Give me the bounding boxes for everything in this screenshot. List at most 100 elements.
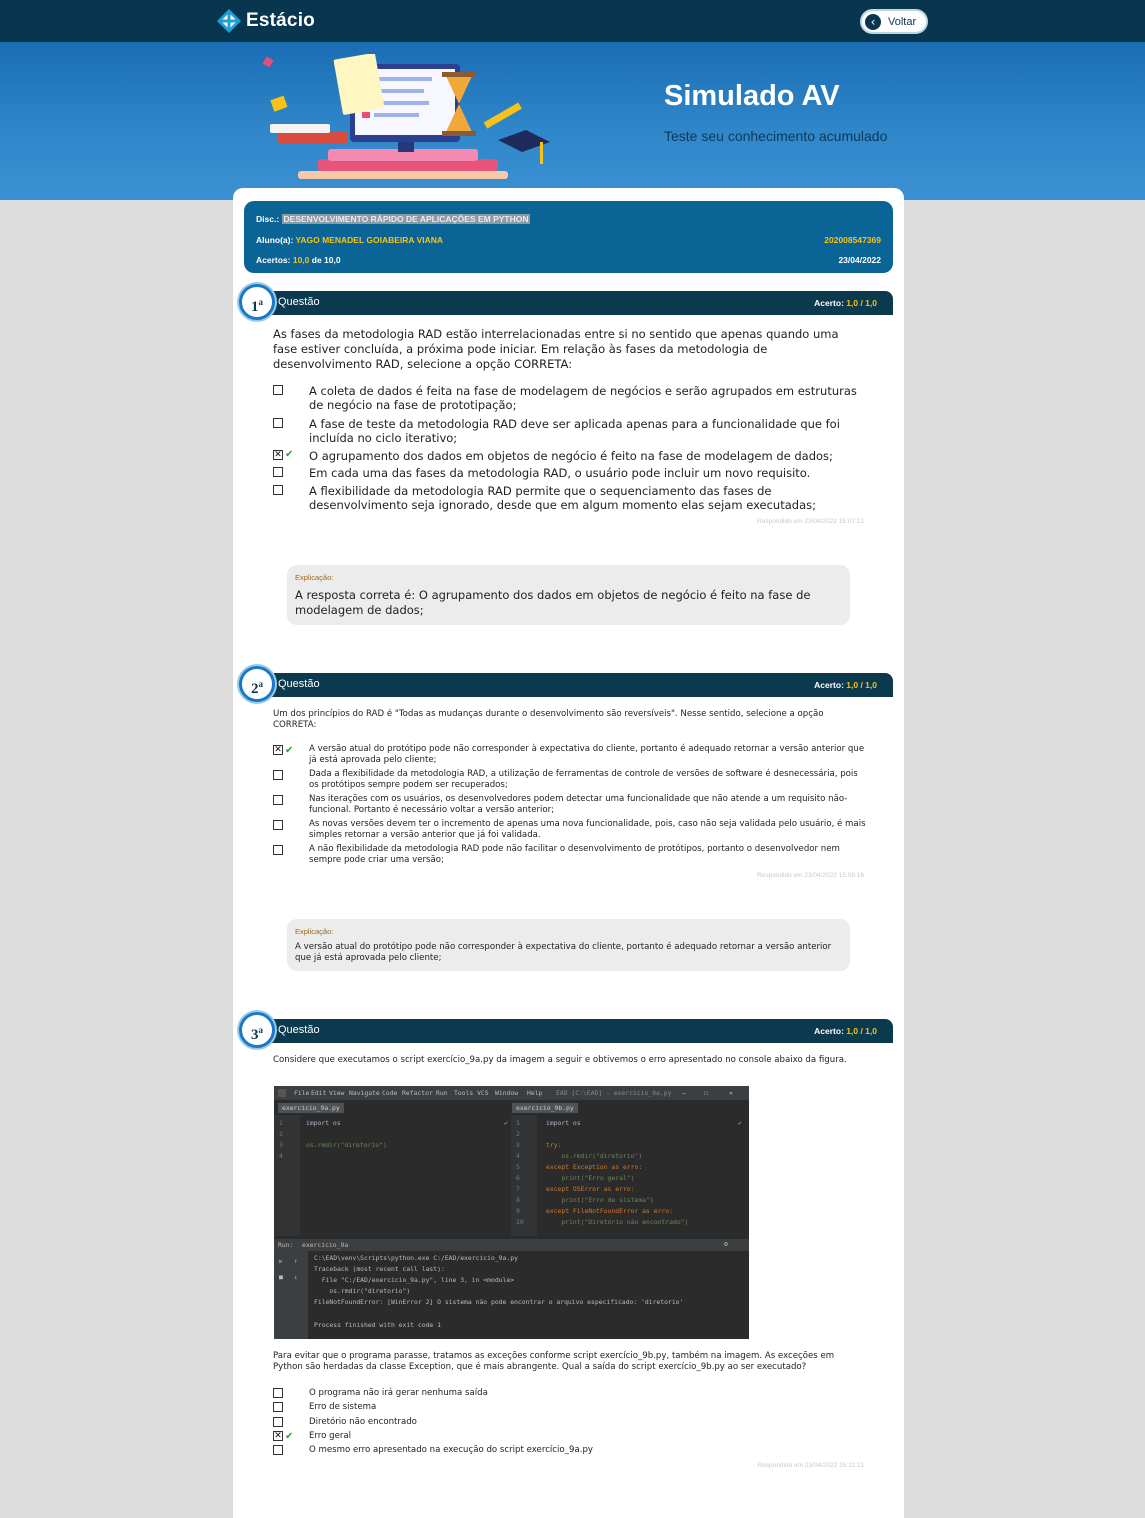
question-3-text: Considere que executamos o script exercí… bbox=[273, 1055, 847, 1065]
question-1-title: Questão bbox=[278, 296, 320, 308]
option-checkbox[interactable] bbox=[273, 1417, 283, 1427]
score-value: 10,0 bbox=[292, 255, 310, 265]
option-checkbox[interactable] bbox=[273, 1388, 283, 1398]
option-checkbox[interactable] bbox=[273, 820, 283, 830]
ide-right-ok-icon: ✔ bbox=[738, 1119, 742, 1127]
ide-maximize-icon: ☐ bbox=[704, 1089, 708, 1097]
ide-menu-navigate: Navigate bbox=[349, 1089, 380, 1097]
option-checkbox[interactable] bbox=[273, 467, 283, 477]
question-2-score: Acerto: 1,0 / 1,0 bbox=[814, 680, 877, 690]
question-1-explanation: Explicação: A resposta correta é: O agru… bbox=[287, 565, 850, 625]
ide-menu-view: View bbox=[329, 1089, 345, 1097]
estacio-logo-icon bbox=[217, 9, 241, 33]
ide-tab-left: exercicio_9a.py bbox=[278, 1103, 344, 1113]
ide-right-line-9: except FileNotFoundError as erro: bbox=[546, 1207, 673, 1215]
exam-card: Disc.: DESENVOLVIMENTO RÁPIDO DE APLICAÇ… bbox=[233, 188, 904, 1518]
question-2-header: 2a Questão Acerto: 1,0 / 1,0 bbox=[239, 666, 893, 702]
question-3-header: 3a Questão Acerto: 1,0 / 1,0 bbox=[239, 1012, 893, 1048]
student-name: YAGO MENADEL GOIABEIRA VIANA bbox=[295, 235, 444, 245]
option-checkbox[interactable] bbox=[273, 418, 283, 428]
ide-left-line-1: import os bbox=[306, 1119, 341, 1127]
option-checkbox[interactable] bbox=[273, 385, 283, 395]
ide-menu-vcs: VCS bbox=[477, 1089, 489, 1097]
ide-menu-help: Help bbox=[527, 1089, 543, 1097]
ide-run-label: Run: bbox=[278, 1241, 294, 1249]
ide-left-line-3: os.rmdir("diretorio") bbox=[306, 1141, 387, 1149]
option-label: A flexibilidade da metodologia RAD permi… bbox=[309, 484, 816, 512]
question-3-text-2: Para evitar que o programa parasse, trat… bbox=[273, 1351, 835, 1373]
back-button[interactable]: ‹ Voltar bbox=[860, 9, 928, 34]
arrow-up-icon: ↑ bbox=[294, 1257, 298, 1265]
question-3-score-value: 1,0 / 1,0 bbox=[846, 1026, 877, 1036]
question-2-number: 2 bbox=[251, 681, 259, 697]
question-1-text: As fases da metodologia RAD estão interr… bbox=[273, 327, 839, 371]
console-line-4: os.rmdir("diretorio") bbox=[314, 1287, 411, 1295]
option-label: A não flexibilidade da metodologia RAD p… bbox=[309, 844, 840, 866]
ide-right-gutter: 12 34 56 78 9 10 bbox=[511, 1115, 537, 1236]
option-label: A versão atual do protótipo pode não cor… bbox=[309, 744, 865, 766]
exam-date: 23/04/2022 bbox=[838, 255, 881, 265]
run-icon: ▶ bbox=[279, 1257, 283, 1265]
explanation-title: Explicação: bbox=[295, 927, 334, 936]
ide-menu-edit: Edit bbox=[311, 1089, 327, 1097]
question-3-score: Acerto: 1,0 / 1,0 bbox=[814, 1026, 877, 1036]
question-1-score: Acerto: 1,0 / 1,0 bbox=[814, 298, 877, 308]
option-checkbox[interactable] bbox=[273, 1402, 283, 1412]
ide-menu-refactor: Refactor bbox=[402, 1089, 433, 1097]
question-1-answered-time: Respondido em 23/04/2022 15:07:12 bbox=[757, 518, 864, 525]
score-of: de 10,0 bbox=[311, 255, 341, 265]
back-button-label: Voltar bbox=[888, 15, 917, 28]
page-title: Simulado AV bbox=[664, 80, 840, 112]
option-label: A coleta de dados é feita na fase de mod… bbox=[309, 384, 857, 412]
question-2-explanation: Explicação: A versão atual do protótipo … bbox=[287, 919, 850, 971]
option-checkbox[interactable] bbox=[273, 485, 283, 495]
option-checkbox[interactable] bbox=[273, 770, 283, 780]
option-label: O agrupamento dos dados em objetos de ne… bbox=[309, 449, 833, 463]
question-1-score-value: 1,0 / 1,0 bbox=[846, 298, 877, 308]
ide-menu-file: File bbox=[294, 1089, 310, 1097]
question-3-score-label: Acerto: bbox=[814, 1026, 844, 1036]
console-line-5: FileNotFoundError: [WinError 2] O sistem… bbox=[314, 1298, 684, 1306]
console-line-2: Traceback (most recent call last): bbox=[314, 1265, 445, 1273]
option-checkbox[interactable] bbox=[273, 845, 283, 855]
explanation-text: A versão atual do protótipo pode não cor… bbox=[295, 942, 832, 964]
explanation-text: A resposta correta é: O agrupamento dos … bbox=[295, 588, 811, 617]
ide-menu-run: Run bbox=[436, 1089, 448, 1097]
discipline-row: Disc.: DESENVOLVIMENTO RÁPIDO DE APLICAÇ… bbox=[256, 214, 531, 224]
discipline-label: Disc.: bbox=[256, 214, 280, 224]
option-checkbox-checked[interactable]: ✕ bbox=[273, 450, 283, 460]
ide-right-line-3: try: bbox=[546, 1141, 562, 1149]
student-id: 202008547369 bbox=[824, 235, 881, 245]
question-3-title: Questão bbox=[278, 1024, 320, 1036]
option-label: Nas iterações com os usuários, os desenv… bbox=[309, 794, 848, 816]
score-label: Acertos: bbox=[256, 255, 291, 265]
ide-right-line-1: import os bbox=[546, 1119, 581, 1127]
gear-icon: ⚙ bbox=[724, 1240, 728, 1248]
ide-right-line-7: except OSError as erro: bbox=[546, 1185, 635, 1193]
ide-right-line-5: except Exception as erro: bbox=[546, 1163, 643, 1171]
ide-minimize-icon: – bbox=[682, 1089, 686, 1097]
console-line-7: Process finished with exit code 1 bbox=[314, 1321, 441, 1329]
console-line-1: C:\EAD\venv\Scripts\python.exe C:/EAD/ex… bbox=[314, 1254, 518, 1262]
chevron-left-icon: ‹ bbox=[865, 13, 881, 30]
estacio-logo[interactable]: Estácio bbox=[216, 8, 315, 34]
ide-tab-right: exercicio_9b.py bbox=[512, 1103, 578, 1113]
option-checkbox[interactable] bbox=[273, 795, 283, 805]
ide-window-title: EAD [C:\EAD] - exercicio_9a.py bbox=[556, 1089, 672, 1097]
student-row: Aluno(a): YAGO MENADEL GOIABEIRA VIANA bbox=[256, 235, 443, 245]
ide-right-line-8: print("Erro de sistema") bbox=[546, 1196, 654, 1204]
ide-run-tab: exercicio_9a bbox=[302, 1241, 349, 1249]
console-line-3: File "C:/EAD/exercicio_9a.py", line 3, i… bbox=[314, 1276, 515, 1284]
question-2-answered-time: Respondido em 23/04/2022 15:09:16 bbox=[757, 872, 864, 879]
question-3-badge: 3a bbox=[239, 1012, 275, 1048]
option-checkbox-checked[interactable]: ✕ bbox=[273, 1431, 283, 1441]
option-label: As novas versões devem ter o incremento … bbox=[309, 819, 866, 841]
option-label: Diretório não encontrado bbox=[309, 1417, 417, 1427]
ide-menu-code: Code bbox=[382, 1089, 398, 1097]
ide-menu-bar: File Edit View Navigate Code Refactor Ru… bbox=[274, 1086, 749, 1100]
ide-menu-tools: Tools bbox=[454, 1089, 474, 1097]
arrow-down-icon: ↓ bbox=[294, 1273, 298, 1281]
score-row: Acertos: 10,0 de 10,0 bbox=[256, 255, 341, 265]
option-checkbox[interactable] bbox=[273, 1445, 283, 1455]
option-checkbox-checked[interactable]: ✕ bbox=[273, 745, 283, 755]
